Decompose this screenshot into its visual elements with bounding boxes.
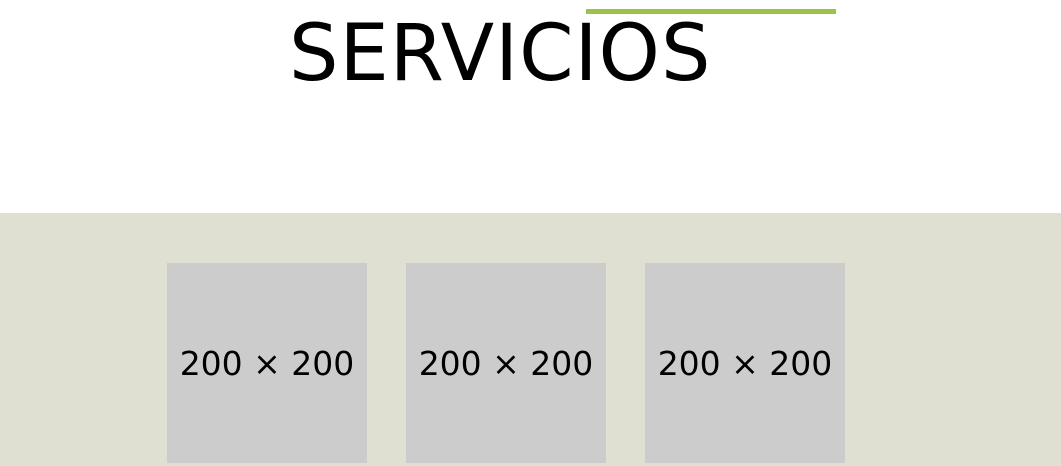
section-title: SERVICIOS [289,9,712,99]
placeholder-label: 200 × 200 [657,343,833,383]
placeholder-label: 200 × 200 [418,343,594,383]
service-image-placeholder: 200 × 200 [645,263,845,463]
service-image-placeholder: 200 × 200 [406,263,606,463]
placeholder-label: 200 × 200 [179,343,355,383]
page: SERVICIOS 200 × 200 200 × 200 200 × 200 [0,0,1061,466]
service-image-placeholder: 200 × 200 [167,263,367,463]
